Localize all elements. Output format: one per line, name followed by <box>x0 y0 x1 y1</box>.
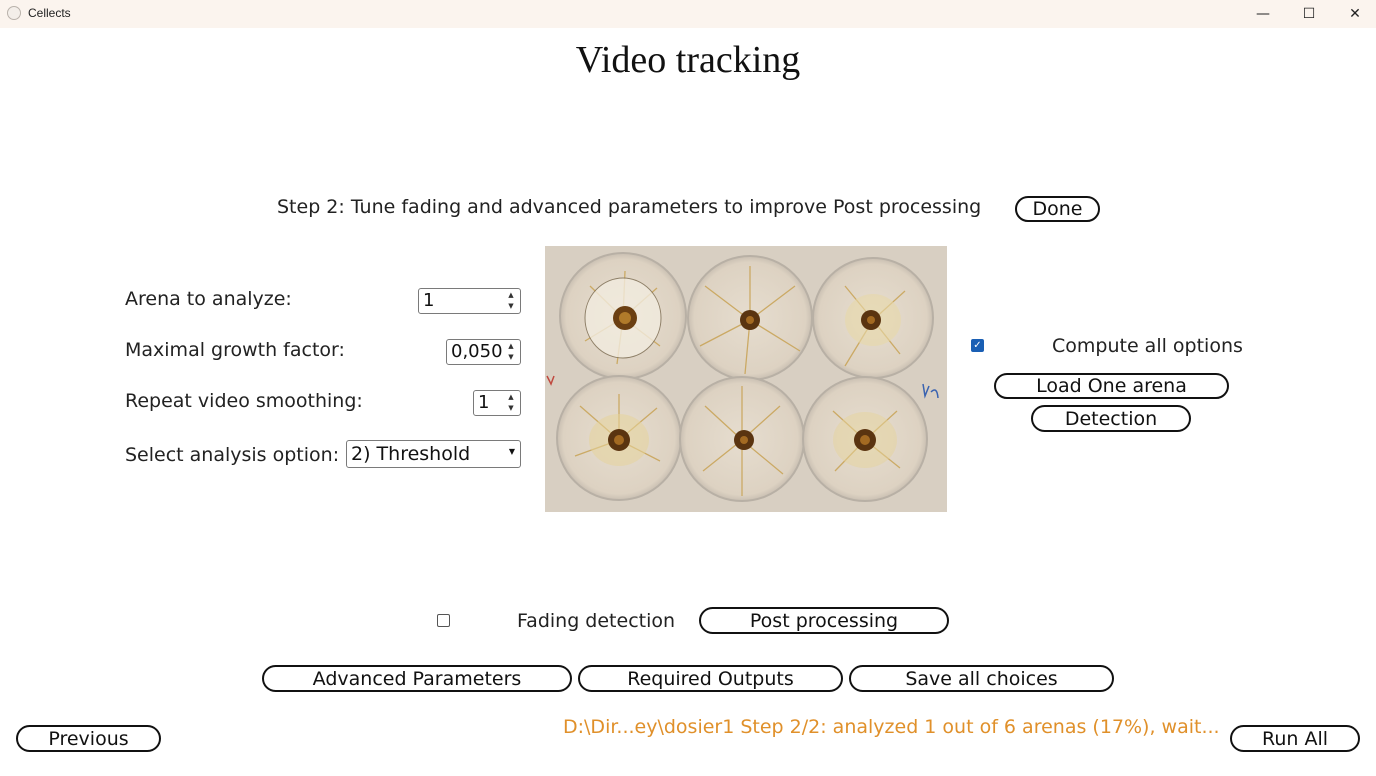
analysis-option-select[interactable]: 2) Threshold ▼ <box>346 440 521 468</box>
window-titlebar: Cellects — ☐ ✕ <box>0 0 1376 28</box>
fading-detection-checkbox[interactable] <box>437 614 450 627</box>
step-label: Step 2: Tune fading and advanced paramet… <box>277 196 982 218</box>
down-arrow-icon[interactable]: ▼ <box>503 352 519 363</box>
smoothing-stepper[interactable]: ▲ ▼ <box>503 392 519 414</box>
arena-spinbox[interactable]: 1 ▲ ▼ <box>418 288 521 314</box>
growth-spinbox[interactable]: 0,050 ▲ ▼ <box>446 339 521 365</box>
compute-all-checkbox[interactable]: ✓ <box>971 339 984 352</box>
arena-stepper[interactable]: ▲ ▼ <box>503 290 519 312</box>
fading-detection-label: Fading detection <box>517 610 676 632</box>
smoothing-spinbox[interactable]: 1 ▲ ▼ <box>473 390 521 416</box>
chevron-down-icon: ▼ <box>508 447 515 456</box>
down-arrow-icon[interactable]: ▼ <box>503 403 519 414</box>
growth-value: 0,050 <box>451 341 503 362</box>
smoothing-value: 1 <box>478 392 490 413</box>
app-logo-icon <box>7 6 21 20</box>
arena-preview-image <box>545 246 947 512</box>
up-arrow-icon[interactable]: ▲ <box>503 290 519 301</box>
petri-dishes-graphic <box>545 246 947 512</box>
done-button[interactable]: Done <box>1015 196 1100 222</box>
post-processing-button[interactable]: Post processing <box>699 607 949 634</box>
growth-stepper[interactable]: ▲ ▼ <box>503 341 519 363</box>
load-one-arena-button[interactable]: Load One arena <box>994 373 1229 399</box>
advanced-parameters-button[interactable]: Advanced Parameters <box>262 665 572 692</box>
previous-button[interactable]: Previous <box>16 725 161 752</box>
arena-value: 1 <box>423 290 435 311</box>
arena-label: Arena to analyze: <box>125 288 292 310</box>
compute-all-label: Compute all options <box>1052 335 1243 357</box>
window-title: Cellects <box>28 6 71 20</box>
minimize-button[interactable]: — <box>1240 0 1286 28</box>
save-all-choices-button[interactable]: Save all choices <box>849 665 1114 692</box>
smoothing-label: Repeat video smoothing: <box>125 390 363 412</box>
close-button[interactable]: ✕ <box>1332 0 1376 28</box>
detection-button[interactable]: Detection <box>1031 405 1191 432</box>
status-text: D:\Dir...ey\dosier1 Step 2/2: analyzed 1… <box>563 716 1220 738</box>
growth-label: Maximal growth factor: <box>125 339 345 361</box>
maximize-button[interactable]: ☐ <box>1286 0 1332 28</box>
required-outputs-button[interactable]: Required Outputs <box>578 665 843 692</box>
run-all-button[interactable]: Run All <box>1230 725 1360 752</box>
up-arrow-icon[interactable]: ▲ <box>503 341 519 352</box>
page-title: Video tracking <box>575 39 801 81</box>
analysis-option-value: 2) Threshold <box>351 443 471 465</box>
down-arrow-icon[interactable]: ▼ <box>503 301 519 312</box>
option-label: Select analysis option: <box>125 444 340 466</box>
up-arrow-icon[interactable]: ▲ <box>503 392 519 403</box>
